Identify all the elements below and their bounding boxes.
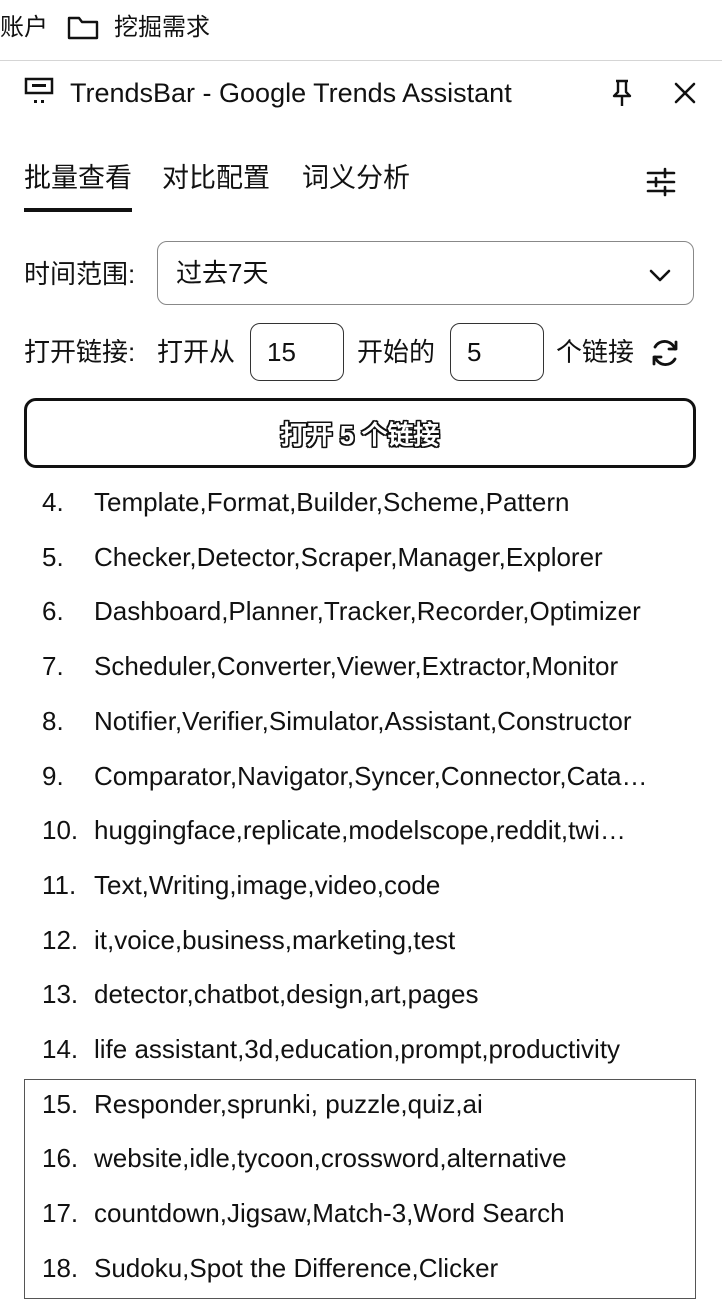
list-item[interactable]: 9. Comparator,Navigator,Syncer,Connector,… [0, 750, 722, 804]
list-item-number: 15. [42, 1088, 79, 1119]
list-item-keywords: Checker,Detector,Scraper,Manager,Explore… [94, 541, 603, 572]
list-item-number: 11. [42, 869, 77, 900]
list-item-keywords: Responder,sprunki, puzzle,quiz,ai [94, 1088, 483, 1119]
open-links-suffix: 个链接 [556, 337, 635, 367]
refresh-icon[interactable] [648, 336, 682, 370]
open-links-button[interactable]: 打开 5 个链接 [24, 398, 696, 468]
list-item-number: 6. [42, 596, 64, 627]
list-item-keywords: Notifier,Verifier,Simulator,Assistant,Co… [94, 705, 632, 736]
list-item[interactable]: 5. Checker,Detector,Scraper,Manager,Explo… [0, 531, 722, 585]
list-item[interactable]: 10. huggingface,replicate,modelscope,redd… [0, 804, 722, 858]
list-item[interactable]: 12. it,voice,business,marketing,test [0, 914, 722, 968]
list-item-number: 18. [42, 1252, 79, 1283]
list-item-number: 10. [42, 815, 79, 846]
tab-batch-view[interactable]: 批量查看 [24, 158, 132, 212]
list-item-number: 7. [42, 651, 64, 682]
pin-icon[interactable] [608, 78, 636, 108]
open-links-middle: 开始的 [357, 337, 436, 367]
tab-semantic-analysis[interactable]: 词义分析 [302, 158, 410, 198]
list-item-keywords: Dashboard,Planner,Tracker,Recorder,Optim… [94, 596, 641, 627]
time-range-label: 时间范围: [24, 259, 136, 289]
list-item-number: 4. [42, 487, 64, 517]
list-item-number: 5. [42, 541, 64, 572]
link-count-input[interactable] [450, 323, 544, 381]
list-item-keywords: detector,chatbot,design,art,pages [94, 979, 479, 1010]
list-item-number: 17. [42, 1198, 79, 1229]
app-logo-icon [24, 77, 54, 103]
folder-icon[interactable] [66, 12, 100, 42]
time-range-value: 过去7天 [176, 258, 269, 288]
list-item[interactable]: 16. website,idle,tycoon,crossword,alterna… [0, 1132, 722, 1186]
sliders-icon[interactable] [644, 166, 678, 198]
open-links-label: 打开链接: [24, 337, 136, 367]
app-title: TrendsBar - Google Trends Assistant [70, 78, 512, 108]
list-item-keywords: Text,Writing,image,video,code [94, 869, 441, 900]
list-item[interactable]: 7. Scheduler,Converter,Viewer,Extractor,M… [0, 640, 722, 694]
bookmark-bar: 账户 挖掘需求 [0, 0, 722, 61]
list-item-keywords: Template,Format,Builder,Scheme,Pattern [94, 487, 570, 517]
start-index-input[interactable] [250, 323, 344, 381]
list-item-keywords: Sudoku,Spot the Difference,Clicker [94, 1252, 499, 1283]
list-item-number: 16. [42, 1143, 79, 1174]
list-item-number: 12. [42, 924, 79, 955]
list-item[interactable]: 13. detector,chatbot,design,art,pages [0, 968, 722, 1022]
list-item-keywords: website,idle,tycoon,crossword,alternativ… [94, 1143, 567, 1174]
list-item-keywords: Scheduler,Converter,Viewer,Extractor,Mon… [94, 651, 619, 682]
open-links-prefix: 打开从 [157, 337, 236, 367]
list-item[interactable]: 11. Text,Writing,image,video,code [0, 859, 722, 913]
list-item[interactable]: 17. countdown,Jigsaw,Match-3,Word Search [0, 1187, 722, 1241]
time-range-select[interactable]: 过去7天 [157, 241, 694, 305]
list-item-number: 9. [42, 760, 64, 791]
list-item[interactable]: 18. Sudoku,Spot the Difference,Clicker [0, 1242, 722, 1296]
list-item-keywords: it,voice,business,marketing,test [94, 924, 456, 955]
list-item-number: 14. [42, 1034, 79, 1064]
bookmark-account[interactable]: 账户 [0, 10, 48, 46]
list-item-keywords: life assistant,3d,education,prompt,produ… [94, 1034, 621, 1064]
bookmark-folder-label[interactable]: 挖掘需求 [114, 10, 210, 46]
chevron-down-icon [649, 269, 671, 282]
list-item-keywords: countdown,Jigsaw,Match-3,Word Search [94, 1198, 565, 1229]
list-item[interactable]: 14. life assistant,3d,education,prompt,pr… [0, 1023, 722, 1077]
list-item-number: 8. [42, 705, 64, 736]
list-item-keywords: huggingface,replicate,modelscope,reddit,… [94, 815, 626, 846]
list-item[interactable]: 15. Responder,sprunki, puzzle,quiz,ai [0, 1078, 722, 1132]
tab-compare-config[interactable]: 对比配置 [162, 158, 270, 198]
list-item-number: 13. [42, 979, 79, 1010]
list-item-keywords: Comparator,Navigator,Syncer,Connector,Ca… [94, 760, 648, 791]
list-item[interactable]: 4. Template,Format,Builder,Scheme,Pattern [0, 476, 722, 530]
list-item[interactable]: 6. Dashboard,Planner,Tracker,Recorder,Opt… [0, 585, 722, 639]
list-item[interactable]: 8. Notifier,Verifier,Simulator,Assistant,… [0, 695, 722, 749]
close-icon[interactable] [672, 80, 698, 106]
